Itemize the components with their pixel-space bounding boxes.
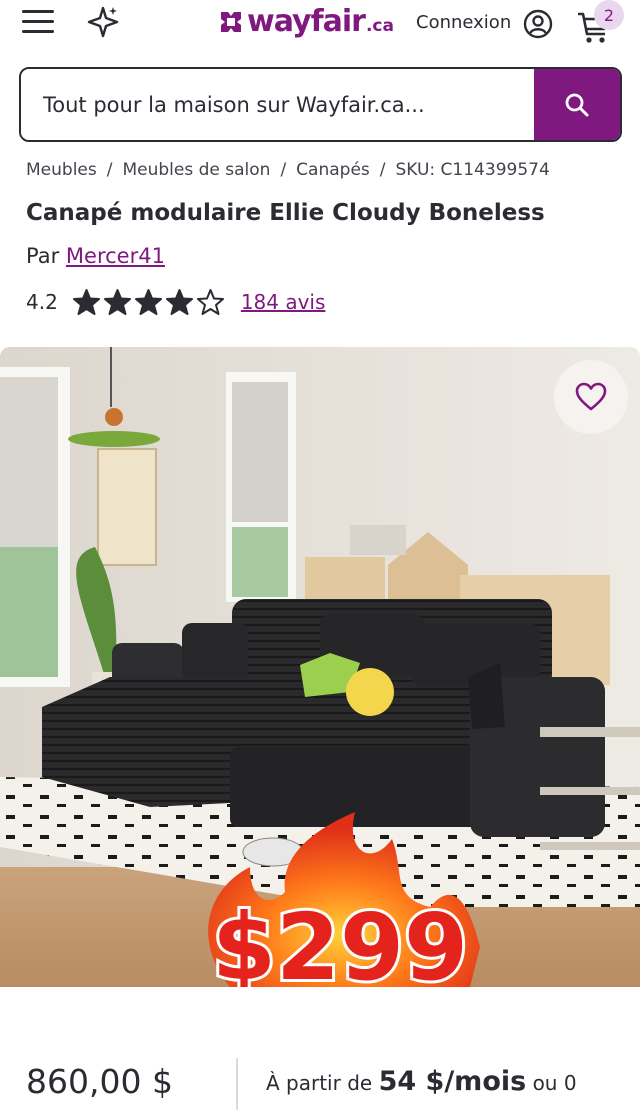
financing-suffix: ou 0 [532, 1071, 577, 1095]
sofa-photo: $299 [0, 347, 640, 987]
product-brand-line: Par Mercer41 [26, 244, 165, 268]
sparkle-icon[interactable] [86, 5, 120, 39]
logo-text: wayfair [247, 4, 366, 39]
financing-prefix: À partir de [266, 1071, 373, 1095]
breadcrumb-separator: / [280, 160, 287, 180]
breadcrumb-living-room-furniture[interactable]: Meubles de salon [122, 160, 270, 180]
wayfair-logo[interactable]: wayfair .ca [218, 4, 394, 40]
reviews-link[interactable]: 184 avis [241, 290, 326, 314]
rating-value: 4.2 [26, 290, 58, 314]
favorite-button[interactable] [554, 360, 628, 434]
wayfair-logo-mark-icon [221, 12, 241, 32]
menu-icon[interactable] [22, 10, 56, 36]
breadcrumb: Meubles / Meubles de salon / Canapés / SKU: C1… [26, 160, 550, 180]
breadcrumb-separator: / [379, 160, 386, 180]
financing-amount: 54 $/mois [378, 1066, 527, 1097]
star-rating [72, 288, 227, 317]
price-divider [236, 1058, 238, 1110]
star-empty-icon [196, 288, 224, 315]
search-icon [565, 93, 589, 116]
brand-prefix: Par [26, 244, 60, 268]
header: wayfair .ca Connexion 2 [0, 0, 640, 48]
star-filled-icon [165, 288, 193, 315]
logo-suffix: .ca [365, 16, 394, 36]
star-filled-icon [72, 288, 100, 315]
signin-link[interactable]: Connexion [416, 12, 511, 33]
breadcrumb-separator: / [106, 160, 113, 180]
product-title: Canapé modulaire Ellie Cloudy Boneless [26, 200, 545, 226]
brand-link[interactable]: Mercer41 [66, 244, 165, 268]
promo-price-badge: $299 [212, 894, 468, 987]
breadcrumb-furniture[interactable]: Meubles [26, 160, 97, 180]
star-filled-icon [103, 288, 131, 315]
search-input[interactable] [21, 69, 534, 140]
rating-summary[interactable]: 4.2 184 avis [26, 286, 325, 318]
breadcrumb-sku: SKU: C114399574 [395, 160, 550, 180]
search-button[interactable] [534, 69, 620, 140]
financing-offer[interactable]: À partir de 54 $/mois ou 0 [266, 1066, 577, 1097]
account-icon[interactable] [522, 8, 554, 40]
price-strip: 860,00 $ À partir de 54 $/mois ou 0 [0, 1040, 640, 1110]
cart-count-badge: 2 [594, 0, 624, 30]
product-image[interactable]: $299 [0, 347, 640, 987]
search-bar [19, 67, 622, 142]
breadcrumb-sofas[interactable]: Canapés [296, 160, 370, 180]
star-filled-icon [134, 288, 162, 315]
cart-button[interactable]: 2 [576, 0, 626, 44]
heart-icon [575, 382, 607, 411]
product-price: 860,00 $ [26, 1062, 173, 1101]
